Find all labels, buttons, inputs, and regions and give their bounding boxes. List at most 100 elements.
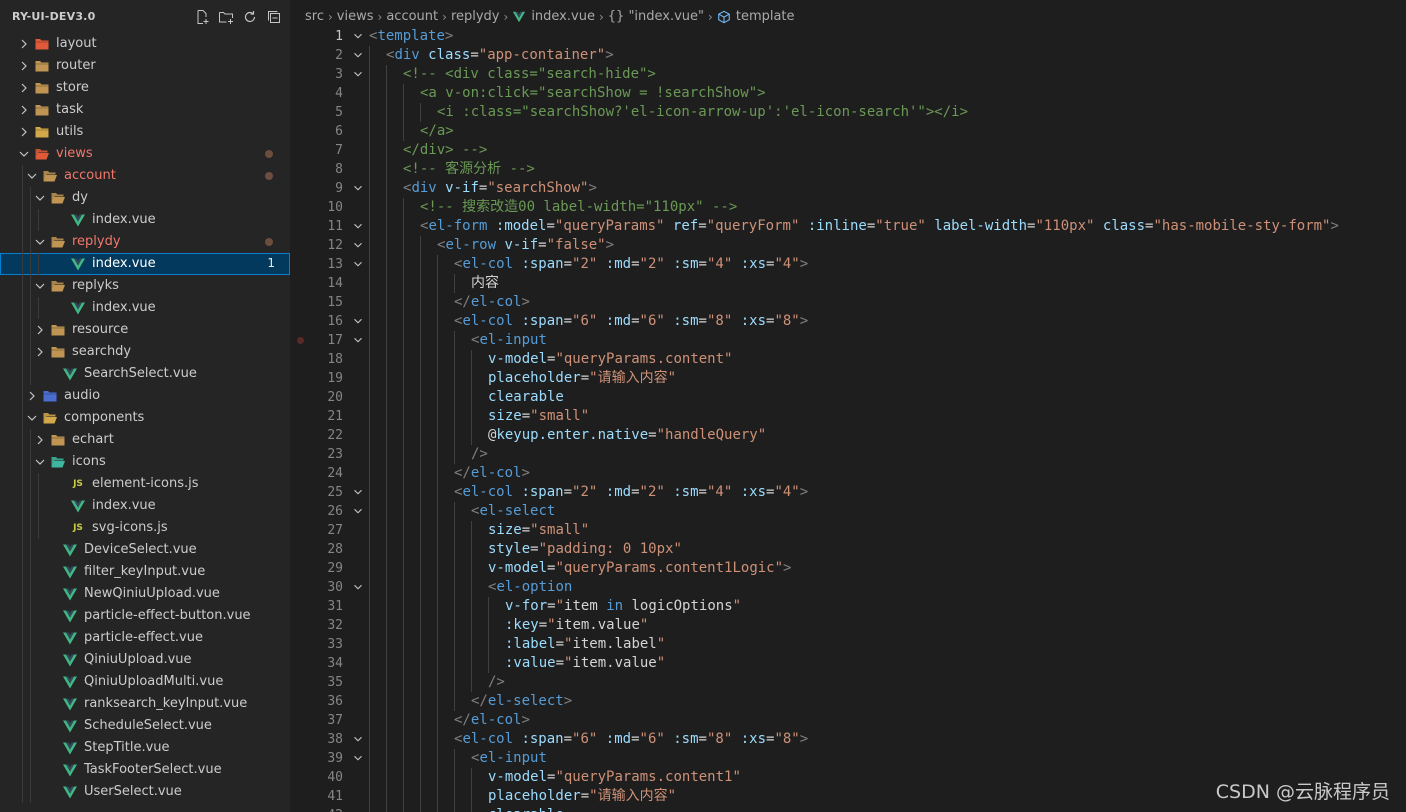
code-line[interactable]: 24 </el-col>	[290, 464, 1406, 483]
code-line[interactable]: 27 size="small"	[290, 521, 1406, 540]
fold-chevron-icon[interactable]	[351, 314, 365, 328]
chevron-right-icon[interactable]	[16, 124, 32, 140]
breadcrumb-item-symbol[interactable]: {} "index.vue"	[608, 9, 704, 24]
chevron-right-icon[interactable]	[16, 80, 32, 96]
breadcrumb-item-template[interactable]: template	[736, 9, 795, 24]
chevron-right-icon[interactable]	[32, 344, 48, 360]
code-line[interactable]: 39 <el-input	[290, 749, 1406, 768]
code-line[interactable]: 28 style="padding: 0 10px"	[290, 540, 1406, 559]
chevron-right-icon[interactable]	[24, 388, 40, 404]
code-line[interactable]: 2 <div class="app-container">	[290, 46, 1406, 65]
code-line[interactable]: 36 </el-select>	[290, 692, 1406, 711]
fold-chevron-icon[interactable]	[351, 181, 365, 195]
tree-file[interactable]: index.vue	[0, 495, 290, 517]
code-area[interactable]: 1 <template> 2 <div class="app-container"> 3…	[290, 27, 1406, 812]
tree-file[interactable]: QiniuUpload.vue	[0, 649, 290, 671]
code-line[interactable]: 31 v-for="item in logicOptions"	[290, 597, 1406, 616]
fold-chevron-icon[interactable]	[351, 48, 365, 62]
tree-folder[interactable]: replyks	[0, 275, 290, 297]
code-line[interactable]: 16 <el-col :span="6" :md="6" :sm="8" :xs=…	[290, 312, 1406, 331]
code-line[interactable]: 21 size="small"	[290, 407, 1406, 426]
code-line[interactable]: 17 <el-input	[290, 331, 1406, 350]
chevron-right-icon[interactable]	[16, 58, 32, 74]
code-line[interactable]: 1 <template>	[290, 27, 1406, 46]
tree-file[interactable]: QiniuUploadMulti.vue	[0, 671, 290, 693]
tree-file[interactable]: ranksearch_keyInput.vue	[0, 693, 290, 715]
code-line[interactable]: 33:label="item.label"	[290, 635, 1406, 654]
tree-file[interactable]: particle-effect.vue	[0, 627, 290, 649]
code-line[interactable]: 35 />	[290, 673, 1406, 692]
code-line[interactable]: 7 </div> -->	[290, 141, 1406, 160]
new-folder-icon[interactable]	[216, 7, 236, 27]
breadcrumb-item-views[interactable]: views	[337, 9, 374, 24]
code-line[interactable]: 12 <el-row v-if="false">	[290, 236, 1406, 255]
code-line[interactable]: 19 placeholder="请输入内容"	[290, 369, 1406, 388]
fold-chevron-icon[interactable]	[351, 751, 365, 765]
code-line[interactable]: 25 <el-col :span="2" :md="2" :sm="4" :xs=…	[290, 483, 1406, 502]
chevron-down-icon[interactable]	[24, 410, 40, 426]
tree-folder[interactable]: searchdy	[0, 341, 290, 363]
tree-folder[interactable]: store	[0, 77, 290, 99]
code-line[interactable]: 6 </a>	[290, 122, 1406, 141]
code-line[interactable]: 13 <el-col :span="2" :md="2" :sm="4" :xs=…	[290, 255, 1406, 274]
tree-file[interactable]: SearchSelect.vue	[0, 363, 290, 385]
code-line[interactable]: 23 />	[290, 445, 1406, 464]
tree-folder[interactable]: task	[0, 99, 290, 121]
chevron-down-icon[interactable]	[32, 234, 48, 250]
code-line[interactable]: 20 clearable	[290, 388, 1406, 407]
chevron-right-icon[interactable]	[16, 36, 32, 52]
fold-chevron-icon[interactable]	[351, 257, 365, 271]
tree-file[interactable]: TaskFooterSelect.vue	[0, 759, 290, 781]
tree-file[interactable]: particle-effect-button.vue	[0, 605, 290, 627]
code-line[interactable]: 38 <el-col :span="6" :md="6" :sm="8" :xs=…	[290, 730, 1406, 749]
tree-folder[interactable]: views	[0, 143, 290, 165]
code-line[interactable]: 14 内容	[290, 274, 1406, 293]
code-line[interactable]: 11 <el-form :model="queryParams" ref="que…	[290, 217, 1406, 236]
code-line[interactable]: 8 <!-- 客源分析 -->	[290, 160, 1406, 179]
code-line[interactable]: 9 <div v-if="searchShow">	[290, 179, 1406, 198]
fold-chevron-icon[interactable]	[351, 485, 365, 499]
tree-file[interactable]: index.vue	[0, 209, 290, 231]
chevron-down-icon[interactable]	[32, 278, 48, 294]
new-file-icon[interactable]	[192, 7, 212, 27]
code-line[interactable]: 10 <!-- 搜索改造00 label-width="110px" -->	[290, 198, 1406, 217]
chevron-right-icon[interactable]	[32, 432, 48, 448]
breadcrumb-item-account[interactable]: account	[386, 9, 438, 24]
chevron-down-icon[interactable]	[16, 146, 32, 162]
tree-file[interactable]: index.vue	[0, 297, 290, 319]
chevron-down-icon[interactable]	[32, 190, 48, 206]
chevron-down-icon[interactable]	[24, 168, 40, 184]
fold-chevron-icon[interactable]	[351, 732, 365, 746]
tree-folder[interactable]: router	[0, 55, 290, 77]
fold-chevron-icon[interactable]	[351, 504, 365, 518]
code-line[interactable]: 26 <el-select	[290, 502, 1406, 521]
tree-folder[interactable]: icons	[0, 451, 290, 473]
breadcrumb-item-src[interactable]: src	[305, 9, 324, 24]
breadcrumb-item-replydy[interactable]: replydy	[451, 9, 500, 24]
code-line[interactable]: 34:value="item.value"	[290, 654, 1406, 673]
tree-folder[interactable]: dy	[0, 187, 290, 209]
tree-file[interactable]: StepTitle.vue	[0, 737, 290, 759]
tree-file[interactable]: NewQiniuUpload.vue	[0, 583, 290, 605]
tree-folder[interactable]: audio	[0, 385, 290, 407]
chevron-right-icon[interactable]	[32, 322, 48, 338]
tree-folder[interactable]: echart	[0, 429, 290, 451]
tree-file[interactable]: JS element-icons.js	[0, 473, 290, 495]
fold-chevron-icon[interactable]	[351, 67, 365, 81]
code-line[interactable]: 37 </el-col>	[290, 711, 1406, 730]
tree-folder[interactable]: account	[0, 165, 290, 187]
tree-file[interactable]: JS svg-icons.js	[0, 517, 290, 539]
code-line[interactable]: 15 </el-col>	[290, 293, 1406, 312]
tree-file[interactable]: ScheduleSelect.vue	[0, 715, 290, 737]
code-line[interactable]: 3 <!-- <div class="search-hide">	[290, 65, 1406, 84]
chevron-down-icon[interactable]	[32, 454, 48, 470]
tree-file[interactable]: UserSelect.vue	[0, 781, 290, 803]
code-line[interactable]: 29 v-model="queryParams.content1Logic">	[290, 559, 1406, 578]
tree-folder[interactable]: components	[0, 407, 290, 429]
code-line[interactable]: 18 v-model="queryParams.content"	[290, 350, 1406, 369]
fold-chevron-icon[interactable]	[351, 219, 365, 233]
fold-chevron-icon[interactable]	[351, 580, 365, 594]
breadcrumb-item-file[interactable]: index.vue	[531, 9, 595, 24]
fold-chevron-icon[interactable]	[351, 238, 365, 252]
tree-file[interactable]: filter_keyInput.vue	[0, 561, 290, 583]
